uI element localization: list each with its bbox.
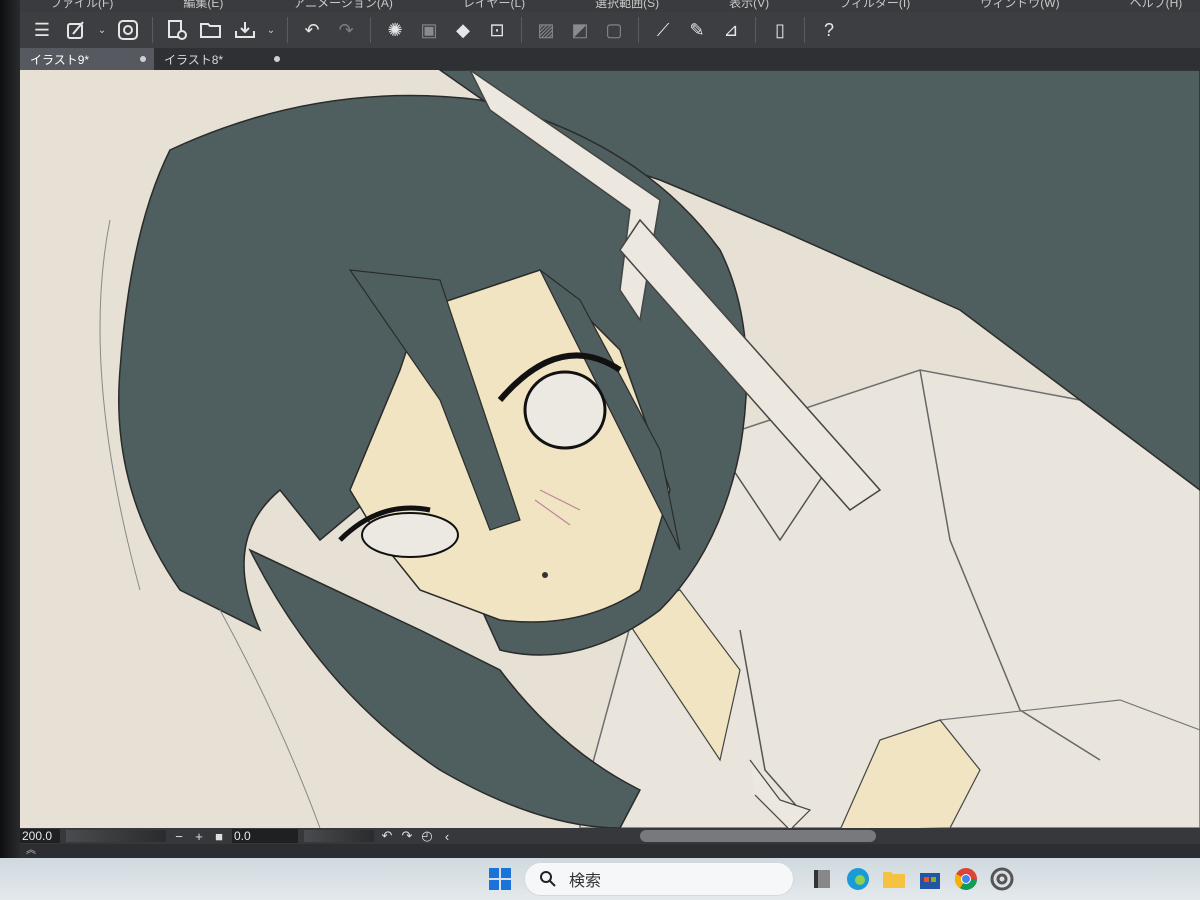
undo-icon[interactable]: ↶ <box>298 16 326 44</box>
menu-bar: ファイル(F) 編集(E) アニメーション(A) レイヤー(L) 選択範囲(S)… <box>20 0 1200 12</box>
search-placeholder: 検索 <box>569 873 602 890</box>
tab-illust9[interactable]: イラスト9* <box>20 48 154 70</box>
toolbar-divider <box>152 17 153 43</box>
toolbar-divider <box>638 17 639 43</box>
menu-layer[interactable]: レイヤー(L) <box>463 0 525 12</box>
tab-label: イラスト8* <box>164 52 224 67</box>
monitor-bezel <box>0 0 20 900</box>
save-icon[interactable] <box>231 16 259 44</box>
tab-illust8[interactable]: イラスト8* <box>154 48 288 70</box>
clip-studio-window: ファイル(F) 編集(E) アニメーション(A) レイヤー(L) 選択範囲(S)… <box>0 0 1200 900</box>
close-dot-icon[interactable] <box>140 56 146 62</box>
reset-rotation-button[interactable]: ◴ <box>420 828 434 844</box>
line-icon[interactable]: ⊿ <box>717 16 745 44</box>
invert-selection-icon[interactable]: ◩ <box>566 16 594 44</box>
fill-icon[interactable]: ◆ <box>449 16 477 44</box>
windows-taskbar: 検索 <box>0 858 1200 900</box>
menu-icon[interactable]: ☰ <box>28 16 56 44</box>
taskbar-search[interactable]: 検索 <box>524 862 794 896</box>
brush-settings-icon[interactable] <box>62 16 90 44</box>
horizontal-scrollbar[interactable] <box>640 830 876 842</box>
menu-selection[interactable]: 選択範囲(S) <box>595 0 659 12</box>
clip-studio-taskbar-icon[interactable] <box>984 861 1020 897</box>
new-canvas-icon[interactable] <box>163 16 191 44</box>
chrome-icon[interactable] <box>948 861 984 897</box>
help-icon[interactable]: ? <box>815 16 843 44</box>
chevron-down-icon[interactable]: ⌄ <box>96 16 108 44</box>
menu-window[interactable]: ウィンドウ(W) <box>980 0 1059 12</box>
menu-view[interactable]: 表示(V) <box>729 0 769 12</box>
toolbar-divider <box>370 17 371 43</box>
toolbar-divider <box>287 17 288 43</box>
angle-slider[interactable] <box>304 830 374 842</box>
tab-label: イラスト9* <box>30 52 90 67</box>
close-dot-icon[interactable] <box>274 56 280 62</box>
zoom-field[interactable]: 200.0 <box>20 829 60 843</box>
menu-filter[interactable]: フィルター(I) <box>839 0 910 12</box>
menu-file[interactable]: ファイル(F) <box>50 0 113 12</box>
pen-icon[interactable]: ✎ <box>683 16 711 44</box>
deselect-icon[interactable]: ▨ <box>532 16 560 44</box>
menu-edit[interactable]: 編集(E) <box>183 0 223 12</box>
task-view-icon[interactable] <box>804 861 840 897</box>
menu-animation[interactable]: アニメーション(A) <box>293 0 393 12</box>
rotate-left-button[interactable]: ↶ <box>380 828 394 844</box>
drawing-canvas[interactable] <box>20 70 1200 828</box>
zoom-out-button[interactable]: − <box>172 829 186 844</box>
illustration <box>20 70 1200 828</box>
chevron-down-icon[interactable]: ⌄ <box>265 16 277 44</box>
tablet-icon[interactable]: ▯ <box>766 16 794 44</box>
microsoft-store-icon[interactable] <box>912 861 948 897</box>
windows-start-icon[interactable] <box>482 861 518 897</box>
angle-field[interactable]: 0.0 <box>232 829 298 843</box>
edge-icon[interactable] <box>840 861 876 897</box>
fit-icon[interactable]: ■ <box>212 829 226 844</box>
file-explorer-icon[interactable] <box>876 861 912 897</box>
panel-collapse-bar[interactable]: ︽ <box>20 844 1200 858</box>
ruler-icon[interactable]: ⟋ <box>649 16 677 44</box>
double-chevron-up-icon[interactable]: ︽ <box>26 845 36 856</box>
toolbar-divider <box>521 17 522 43</box>
resize-icon[interactable]: ⊡ <box>483 16 511 44</box>
loading-icon[interactable]: ✺ <box>381 16 409 44</box>
canvas-tabs: イラスト9* イラスト8* <box>20 48 1200 70</box>
rotate-right-button[interactable]: ↷ <box>400 828 414 844</box>
command-bar: ☰ ⌄ ⌄ ↶ ↷ ✺ ▣ ◆ ⊡ ▨ ◩ ▢ ⟋ ✎ ⊿ ▯ ? <box>20 12 1200 48</box>
toolbar-divider <box>755 17 756 43</box>
redo-icon[interactable]: ↷ <box>332 16 360 44</box>
clip-studio-icon[interactable] <box>114 16 142 44</box>
zoom-slider[interactable] <box>66 830 166 842</box>
menu-help[interactable]: ヘルプ(H) <box>1130 0 1183 12</box>
border-icon[interactable]: ▢ <box>600 16 628 44</box>
open-folder-icon[interactable] <box>197 16 225 44</box>
zoom-in-button[interactable]: + <box>192 829 206 844</box>
scroll-left-button[interactable]: ‹ <box>440 829 454 844</box>
status-bar: 200.0 − + ■ 0.0 ↶ ↷ ◴ ‹ <box>20 828 1200 844</box>
toolbar-divider <box>804 17 805 43</box>
search-icon <box>540 871 556 887</box>
transform-icon[interactable]: ▣ <box>415 16 443 44</box>
